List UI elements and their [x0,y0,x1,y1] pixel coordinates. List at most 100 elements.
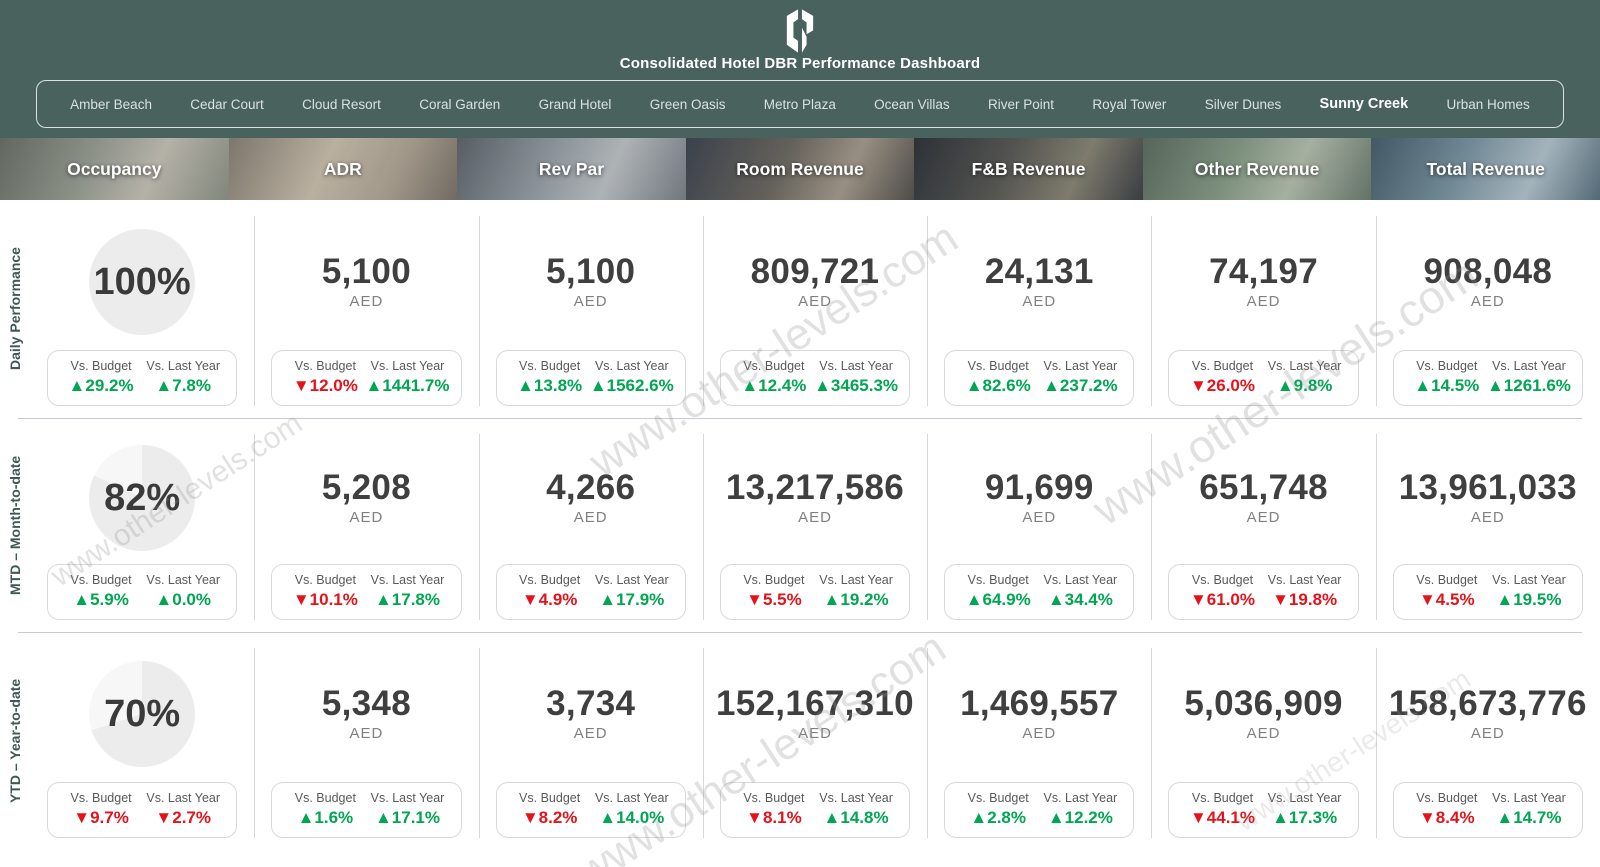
vs-budget-value: ▲13.8% [517,376,583,395]
nav-hotel-grand-hotel[interactable]: Grand Hotel [533,93,618,116]
metric-header-label: Total Revenue [1426,158,1545,179]
kpi-number: 74,197 [1209,251,1318,291]
kpi-cell-total-revenue: 158,673,776 AED Vs. Budget ▼8.4% Vs. Last Ye… [1375,632,1600,850]
vs-last-year-label: Vs. Last Year [594,359,669,373]
vs-last-year-value: ▲0.0% [155,590,211,609]
metric-header-strip: Occupancy ADR Rev Par Room Revenue F&B Reven… [0,138,1600,200]
vs-last-year-label: Vs. Last Year [1043,359,1118,373]
vs-last-year-label: Vs. Last Year [1043,573,1118,587]
vs-budget-label: Vs. Budget [1416,573,1478,587]
metric-header-label: Rev Par [538,158,605,179]
vs-budget-label: Vs. Budget [519,359,581,373]
kpi-number: 5,208 [321,467,411,507]
vs-last-year-value: ▲1562.6% [589,376,674,395]
currency-label: AED [798,293,832,311]
vs-last-year-label: Vs. Last Year [819,573,893,587]
nav-hotel-coral-garden[interactable]: Coral Garden [413,93,506,116]
kpi-number: 908,048 [1423,251,1553,291]
occupancy-percentage: 100% [93,260,191,303]
vs-budget-label: Vs. Budget [743,573,805,587]
vs-budget-label: Vs. Budget [1191,791,1254,805]
vs-budget: Vs. Budget ▲82.6% [957,359,1039,396]
vs-last-year: Vs. Last Year ▲12.2% [1039,791,1121,828]
vs-budget-value: ▼5.5% [746,590,802,609]
vs-budget-value: ▲5.9% [73,590,129,609]
vs-last-year: Vs. Last Year ▲14.8% [815,791,897,828]
nav-hotel-amber-beach[interactable]: Amber Beach [64,93,158,116]
currency-label: AED [1022,509,1057,527]
vs-budget-label: Vs. Budget [70,791,132,805]
comparison-box: Vs. Budget ▲13.8% Vs. Last Year ▲1562.6% [495,350,686,406]
metric-header-occupancy: Occupancy [0,138,229,200]
comparison-box: Vs. Budget ▼4.5% Vs. Last Year ▲19.5% [1392,564,1583,620]
comparison-box: Vs. Budget ▲5.9% Vs. Last Year ▲0.0% [47,564,238,620]
vs-budget-label: Vs. Budget [1416,791,1478,805]
occupancy-pie-chart: 82% [89,445,196,551]
kpi-cell-f-b-revenue: 91,699 AED Vs. Budget ▲64.9% Vs. Last Year ▲3… [927,418,1151,632]
kpi-number: 152,167,310 [716,683,914,723]
nav-hotel-urban-homes[interactable]: Urban Homes [1441,93,1536,116]
currency-label: AED [573,509,608,527]
kpi-number: 158,673,776 [1388,683,1587,723]
comparison-box: Vs. Budget ▲64.9% Vs. Last Year ▲34.4% [944,564,1135,620]
nav-hotel-sunny-creek[interactable]: Sunny Creek [1314,92,1415,116]
nav-hotel-river-point[interactable]: River Point [982,93,1060,116]
vs-budget-label: Vs. Budget [967,573,1029,587]
kpi-cell-other-revenue: 651,748 AED Vs. Budget ▼61.0% Vs. Last Year ▼… [1151,418,1375,632]
vs-last-year-value: ▲19.5% [1496,590,1562,609]
vs-last-year-label: Vs. Last Year [370,573,445,587]
comparison-box: Vs. Budget ▲12.4% Vs. Last Year ▲3465.3% [719,350,911,406]
vs-last-year-value: ▲14.0% [599,808,665,827]
vs-budget-value: ▲64.9% [965,590,1031,609]
vs-budget: Vs. Budget ▲64.9% [957,573,1039,610]
vs-last-year: Vs. Last Year ▲14.0% [591,791,673,828]
vs-last-year-label: Vs. Last Year [819,359,893,373]
kpi-cell-total-revenue: 13,961,033 AED Vs. Budget ▼4.5% Vs. Last Yea… [1375,418,1600,632]
nav-hotel-royal-tower[interactable]: Royal Tower [1086,93,1172,116]
nav-hotel-silver-dunes[interactable]: Silver Dunes [1199,93,1288,116]
currency-label: AED [349,293,384,311]
vs-budget: Vs. Budget ▼9.7% [60,791,142,828]
kpi-number: 1,469,557 [960,683,1119,723]
nav-hotel-ocean-villas[interactable]: Ocean Villas [868,93,956,116]
vs-last-year-value: ▲1441.7% [365,376,450,395]
vs-last-year-value: ▲1261.6% [1486,376,1571,395]
vs-last-year-label: Vs. Last Year [146,791,221,805]
kpi-value-area: 5,100 AED [322,214,411,350]
kpi-number: 809,721 [750,251,880,291]
kpi-value-area: 158,673,776 AED [1389,646,1587,782]
nav-hotel-metro-plaza[interactable]: Metro Plaza [758,93,842,116]
currency-label: AED [1022,725,1057,743]
currency-label: AED [573,725,608,743]
vs-budget: Vs. Budget ▼4.5% [1406,573,1488,610]
vs-budget: Vs. Budget ▲2.8% [957,791,1039,828]
vs-last-year-value: ▲17.8% [374,590,440,609]
kpi-cell-occupancy: 100% Vs. Budget ▲29.2% Vs. Last Year ▲7.8% [30,200,254,418]
nav-hotel-cedar-court[interactable]: Cedar Court [184,93,270,116]
kpi-cell-other-revenue: 74,197 AED Vs. Budget ▼26.0% Vs. Last Year ▲9… [1151,200,1375,418]
vs-budget-value: ▼8.4% [1418,808,1475,827]
vs-budget-value: ▼8.2% [521,808,578,827]
nav-hotel-cloud-resort[interactable]: Cloud Resort [296,93,387,116]
vs-budget-label: Vs. Budget [1191,573,1254,587]
vs-budget-label: Vs. Budget [294,573,356,587]
vs-last-year-value: ▲12.2% [1047,808,1113,827]
kpi-value-area: 13,217,586 AED [726,432,904,564]
vs-last-year-label: Vs. Last Year [1267,791,1342,805]
currency-label: AED [573,293,608,311]
vs-budget-value: ▲2.8% [970,808,1026,827]
vs-last-year-value: ▲17.3% [1272,808,1338,827]
vs-budget-value: ▲14.5% [1414,376,1480,395]
app-header: Consolidated Hotel DBR Performance Dashb… [0,0,1600,138]
dashboard-root: Consolidated Hotel DBR Performance Dashb… [0,0,1600,867]
metric-header-room-revenue: Room Revenue [685,138,915,200]
comparison-box: Vs. Budget ▼8.1% Vs. Last Year ▲14.8% [719,782,911,838]
comparison-box: Vs. Budget ▼8.4% Vs. Last Year ▲14.7% [1392,782,1583,838]
nav-hotel-green-oasis[interactable]: Green Oasis [644,93,732,116]
vs-budget-value: ▼12.0% [292,376,358,395]
kpi-cell-f-b-revenue: 1,469,557 AED Vs. Budget ▲2.8% Vs. Last Year… [927,632,1151,850]
vs-budget: Vs. Budget ▲14.5% [1406,359,1488,396]
vs-budget-value: ▼4.5% [1418,590,1475,609]
kpi-value-area: 91,699 AED [985,432,1094,564]
kpi-number: 5,100 [321,251,411,291]
